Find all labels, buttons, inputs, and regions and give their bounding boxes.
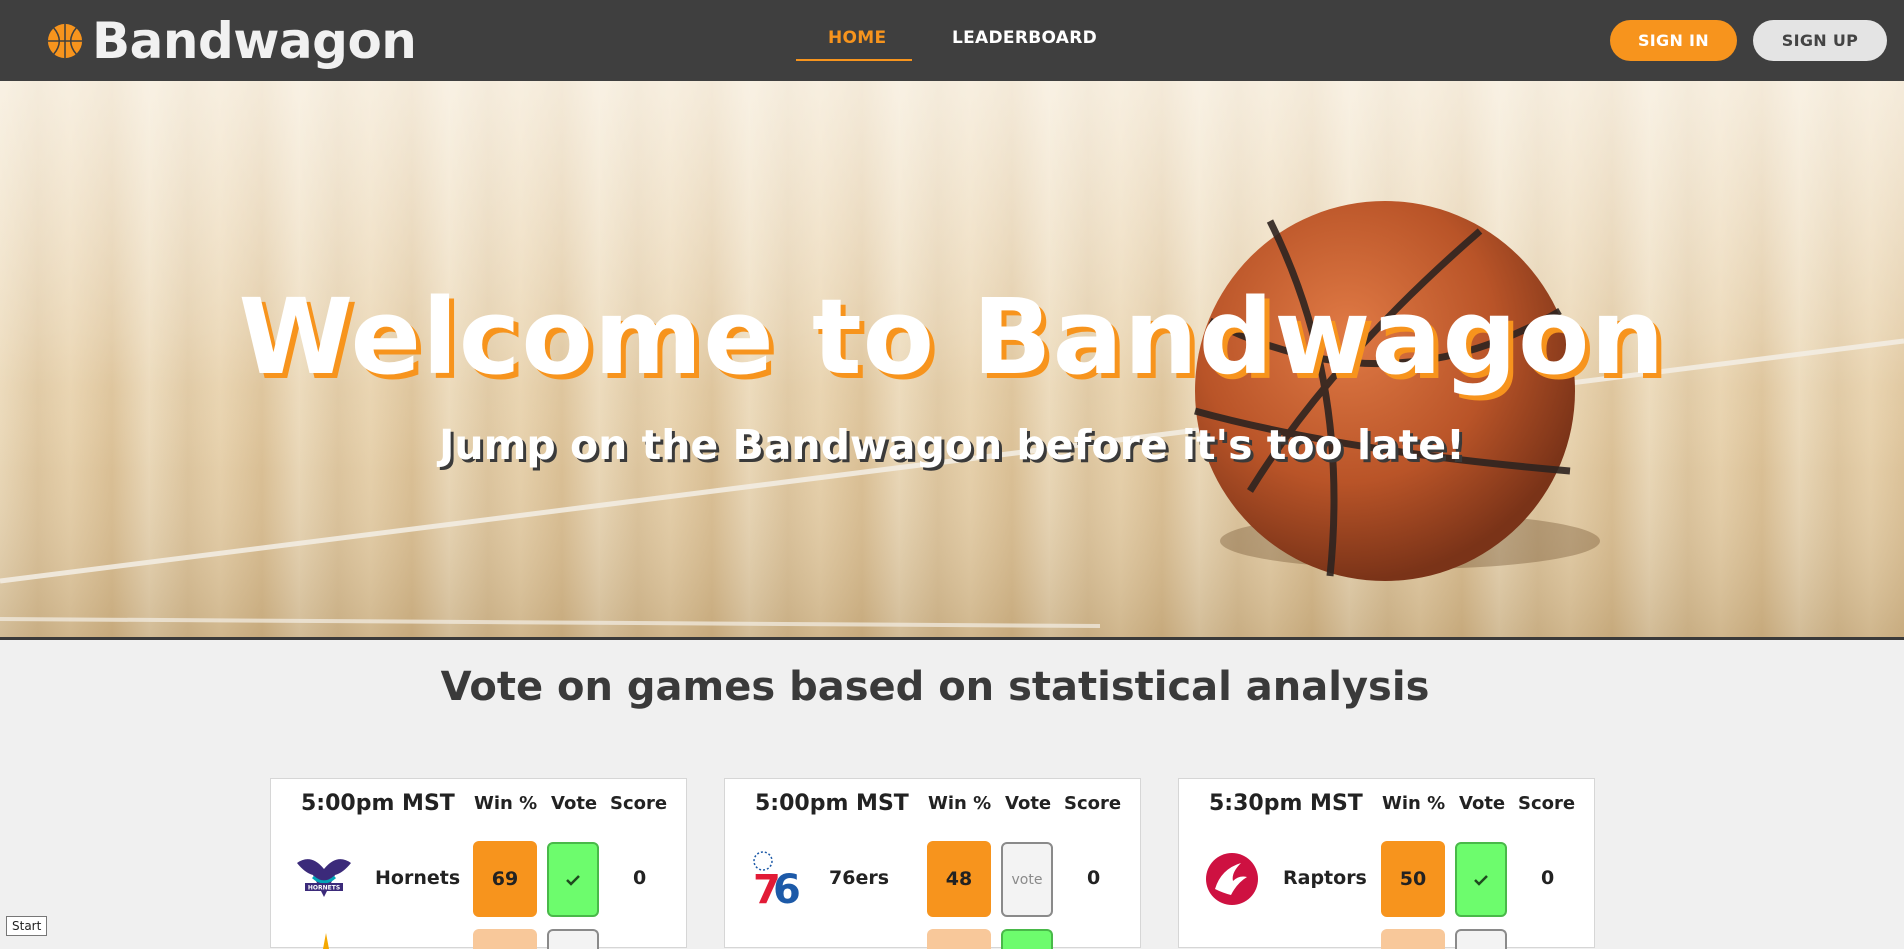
section-title: Vote on games based on statistical analy… [440,664,1430,710]
team-logo-icon [323,933,329,949]
win-pct-value [927,929,991,949]
score-value: 0 [1087,867,1101,889]
vote-button[interactable] [1455,842,1507,917]
win-pct-header: Win % [1382,793,1446,814]
vote-button[interactable]: vote [1001,842,1053,917]
hero-title: Welcome to Bandwagon [238,276,1666,398]
nav-leaderboard[interactable]: LEADERBOARD [952,28,1097,48]
top-navbar: Bandwagon HOME LEADERBOARD SIGN IN SIGN … [0,0,1904,81]
hornets-logo-icon: HORNETS [297,859,351,897]
svg-text:6: 6 [773,867,801,909]
score-header: Score [1064,793,1122,814]
win-pct-value: 50 [1381,841,1445,917]
checkmark-icon [1474,874,1488,886]
team-name: 76ers [829,867,890,889]
checkmark-icon [566,874,580,886]
brand-logo[interactable]: Bandwagon [46,12,417,70]
vote-button[interactable] [1455,929,1507,949]
game-time: 5:30pm MST [1209,791,1363,816]
vote-header: Vote [1005,793,1052,814]
hero-divider [0,637,1904,640]
win-pct-value: 69 [473,841,537,917]
game-card: 5:00pm MST Win % Vote Score HORNETS Horn… [270,778,687,949]
score-value: 0 [633,867,647,889]
vote-button[interactable] [1001,929,1053,949]
start-button[interactable]: Start [6,916,48,936]
vote-button[interactable] [547,842,599,917]
vote-header: Vote [551,793,598,814]
hero-banner: Welcome to Bandwagon Jump on the Bandwag… [0,81,1904,639]
score-header: Score [610,793,668,814]
team-name: Raptors [1283,867,1367,889]
game-card: 5:30pm MST Win % Vote Score Raptors 50 0 [1178,778,1595,949]
sign-in-button[interactable]: SIGN IN [1610,20,1737,61]
team-name: Hornets [375,867,461,889]
brand-name: Bandwagon [92,12,417,70]
win-pct-value [1381,929,1445,949]
vote-button[interactable] [547,929,599,949]
hero-subtitle: Jump on the Bandwagon before it's too la… [439,421,1465,469]
nav-home-active-indicator [796,59,912,61]
vote-header: Vote [1459,793,1506,814]
basketball-icon [47,23,83,59]
win-pct-value: 48 [927,841,991,917]
sixers-logo-icon: 7 6 [753,851,801,909]
game-time: 5:00pm MST [301,791,455,816]
win-pct-header: Win % [928,793,992,814]
score-value: 0 [1541,867,1555,889]
win-pct-value [473,929,537,949]
game-card: 5:00pm MST Win % Vote Score 7 6 76ers 48… [724,778,1141,949]
game-time: 5:00pm MST [755,791,909,816]
raptors-logo-icon [1206,853,1258,905]
svg-text:HORNETS: HORNETS [308,885,340,892]
nav-home[interactable]: HOME [828,28,886,48]
score-header: Score [1518,793,1576,814]
win-pct-header: Win % [474,793,538,814]
sign-up-button[interactable]: SIGN UP [1753,20,1887,61]
